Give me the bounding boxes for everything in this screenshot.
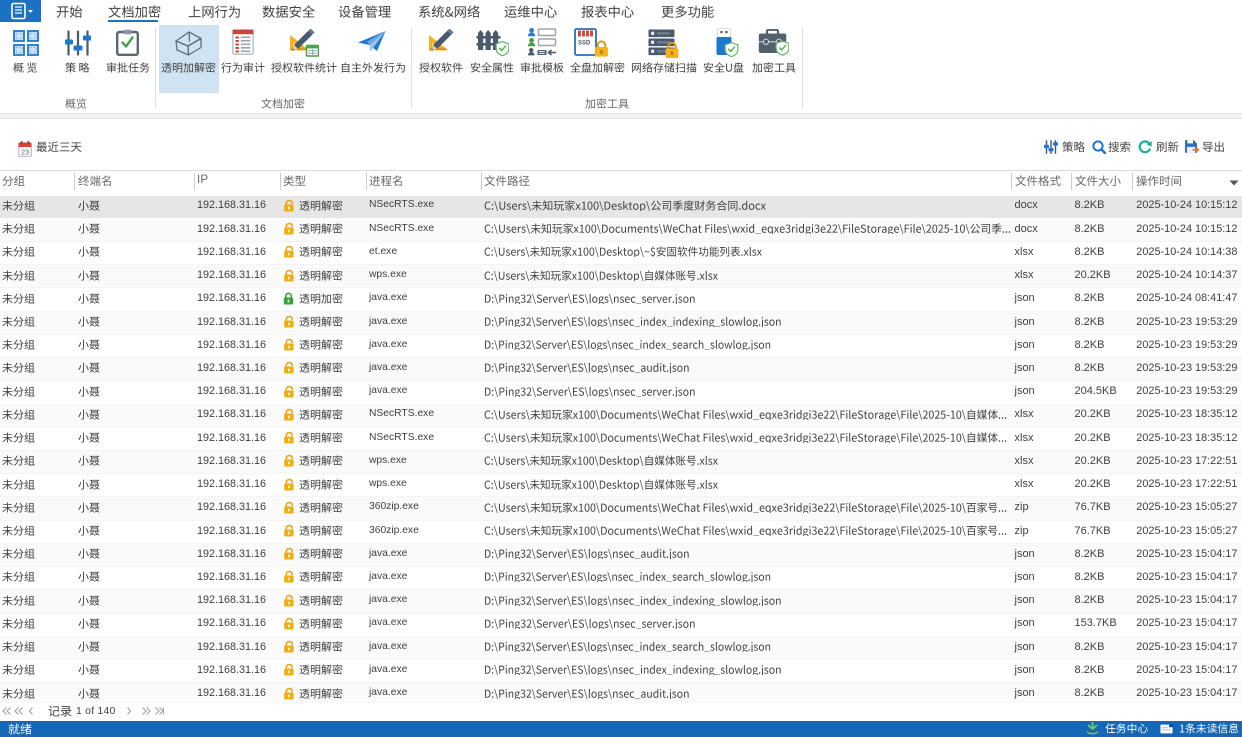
- svg-text:23: 23: [20, 147, 28, 156]
- svg-text:SSD: SSD: [578, 41, 591, 47]
